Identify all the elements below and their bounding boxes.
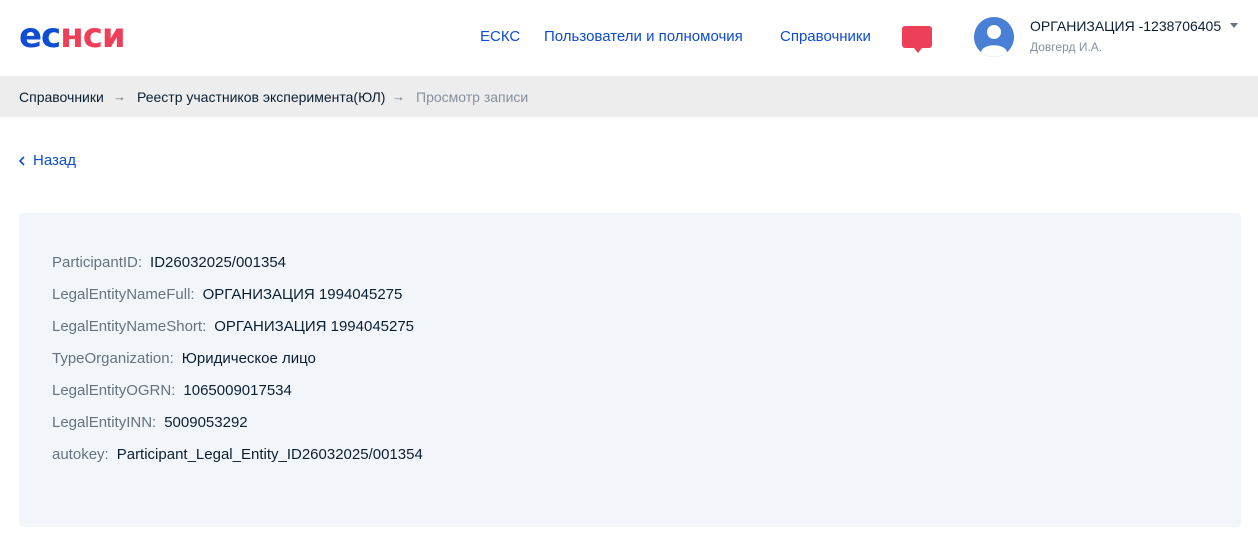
avatar-silhouette-icon bbox=[974, 17, 1014, 57]
field-row-type-organization: TypeOrganization: Юридическое лицо bbox=[52, 343, 423, 375]
field-value: ОРГАНИЗАЦИЯ 1994045275 bbox=[202, 286, 403, 303]
field-value: 5009053292 bbox=[164, 414, 248, 431]
field-row-participant-id: ParticipantID: ID26032025/001354 bbox=[52, 247, 423, 279]
user-org-line: ОРГАНИЗАЦИЯ -1238706405 bbox=[1030, 17, 1250, 35]
field-row-autokey: autokey: Participant_Legal_Entity_ID2603… bbox=[52, 439, 423, 471]
nav-link-eskc[interactable]: ЕСКС bbox=[480, 27, 520, 47]
field-row-name-full: LegalEntityNameFull: ОРГАНИЗАЦИЯ 1994045… bbox=[52, 279, 423, 311]
breadcrumb-item-references[interactable]: Справочники bbox=[19, 88, 104, 106]
field-label: TypeOrganization: bbox=[52, 350, 174, 367]
back-link[interactable]: Назад bbox=[18, 151, 76, 171]
back-label: Назад bbox=[33, 152, 76, 169]
user-organization: ОРГАНИЗАЦИЯ -1238706405 bbox=[1030, 18, 1222, 34]
breadcrumb-arrow-icon: → bbox=[392, 89, 405, 104]
record-details-card: ParticipantID: ID26032025/001354 LegalEn… bbox=[19, 213, 1241, 527]
top-header: ес нси ЕСКС Пользователи и полномочия Спр… bbox=[0, 0, 1258, 76]
field-row-ogrn: LegalEntityOGRN: 1065009017534 bbox=[52, 375, 423, 407]
nav-link-references[interactable]: Справочники bbox=[780, 27, 871, 47]
user-menu[interactable]: ОРГАНИЗАЦИЯ -1238706405 Довгерд И.А. bbox=[1030, 17, 1250, 55]
field-value: Participant_Legal_Entity_ID26032025/0013… bbox=[116, 446, 423, 463]
breadcrumb-item-current: Просмотр записи bbox=[416, 89, 529, 105]
field-label: LegalEntityNameFull: bbox=[52, 286, 195, 303]
field-value: ОРГАНИЗАЦИЯ 1994045275 bbox=[214, 318, 415, 335]
field-label: autokey: bbox=[52, 446, 109, 463]
caret-down-icon[interactable] bbox=[1230, 22, 1239, 28]
field-label: LegalEntityNameShort: bbox=[52, 318, 207, 335]
field-label: LegalEntityOGRN: bbox=[52, 382, 176, 399]
breadcrumb-item-registry[interactable]: Реестр участников эксперимента(ЮЛ) bbox=[137, 88, 385, 106]
field-value: ID26032025/001354 bbox=[150, 254, 287, 271]
field-value: 1065009017534 bbox=[183, 382, 292, 399]
user-name: Довгерд И.А. bbox=[1030, 40, 1103, 54]
field-row-inn: LegalEntityINN: 5009053292 bbox=[52, 407, 423, 439]
chevron-left-icon bbox=[18, 156, 25, 166]
chat-bubble-icon[interactable] bbox=[902, 26, 932, 53]
breadcrumb-arrow-icon: → bbox=[113, 89, 126, 104]
field-label: ParticipantID: bbox=[52, 254, 143, 271]
field-label: LegalEntityINN: bbox=[52, 414, 157, 431]
breadcrumb: Справочники → Реестр участников эксперим… bbox=[0, 76, 1258, 117]
field-row-name-short: LegalEntityNameShort: ОРГАНИЗАЦИЯ 199404… bbox=[52, 311, 423, 343]
field-value: Юридическое лицо bbox=[181, 350, 316, 367]
nav-link-users-permissions[interactable]: Пользователи и полномочия bbox=[544, 27, 743, 47]
user-avatar-icon[interactable] bbox=[974, 17, 1014, 57]
record-fields: ParticipantID: ID26032025/001354 LegalEn… bbox=[52, 247, 423, 471]
